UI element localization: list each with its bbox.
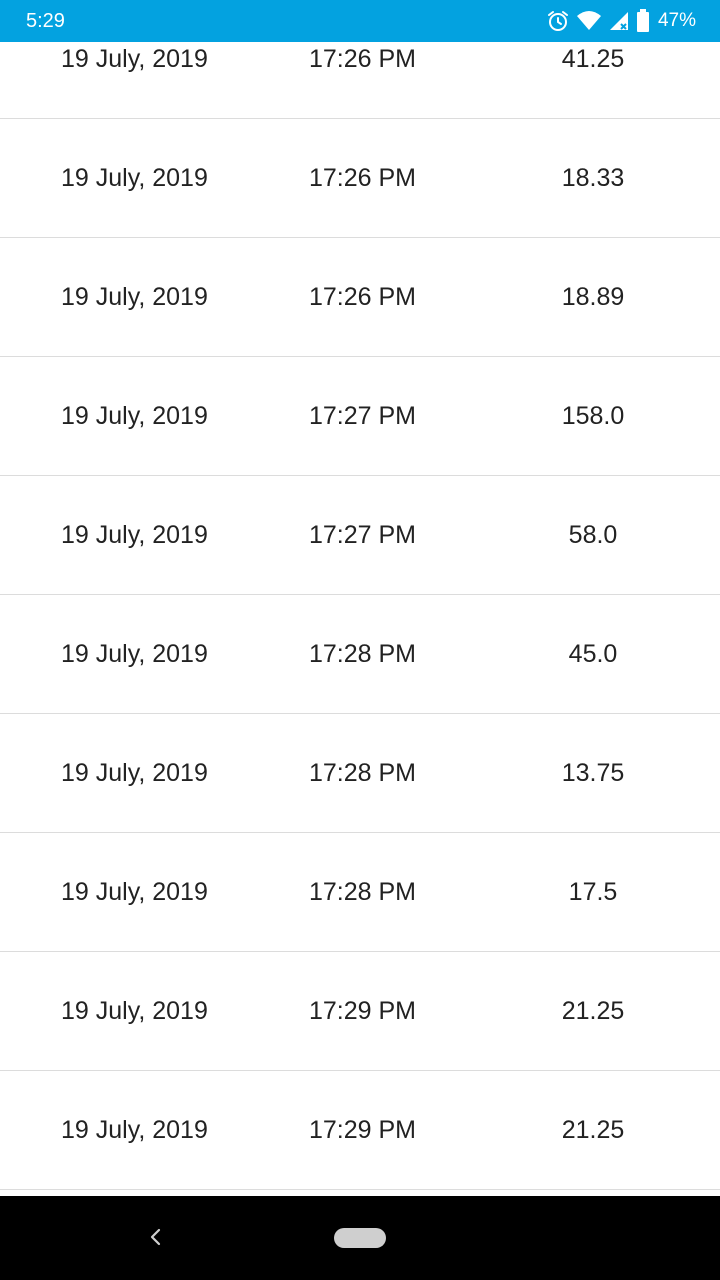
table-row[interactable]: 19 July, 2019 17:26 PM 18.89	[0, 238, 720, 357]
table-row[interactable]: 19 July, 2019 17:27 PM 58.0	[0, 476, 720, 595]
status-icons: 47%	[546, 8, 696, 34]
readings-list-container[interactable]: 19 July, 2019 17:26 PM 41.25 19 July, 20…	[0, 42, 720, 1196]
row-date: 19 July, 2019	[61, 283, 208, 311]
row-value: 21.25	[561, 997, 625, 1025]
row-time: 17:27 PM	[309, 521, 417, 549]
row-time: 17:28 PM	[309, 878, 417, 906]
row-date: 19 July, 2019	[61, 164, 208, 192]
table-row[interactable]: 19 July, 2019 17:28 PM 45.0	[0, 595, 720, 714]
row-value: 158.0	[561, 402, 625, 430]
row-time: 17:28 PM	[309, 640, 417, 668]
row-value: 45.0	[568, 640, 618, 668]
row-date: 19 July, 2019	[61, 878, 208, 906]
row-time: 17:26 PM	[309, 45, 417, 73]
row-time: 17:28 PM	[309, 759, 417, 787]
row-time: 17:26 PM	[309, 164, 417, 192]
table-row[interactable]: 19 July, 2019 17:29 PM 21.25	[0, 1071, 720, 1190]
row-value: 13.75	[561, 759, 625, 787]
table-row[interactable]: 19 July, 2019 17:26 PM 41.25	[0, 42, 720, 119]
row-date: 19 July, 2019	[61, 402, 208, 430]
battery-icon	[636, 9, 650, 33]
row-time: 17:29 PM	[309, 1116, 417, 1144]
row-value: 18.33	[561, 164, 625, 192]
row-date: 19 July, 2019	[61, 759, 208, 787]
cell-signal-icon	[608, 10, 630, 32]
table-row[interactable]: 19 July, 2019 17:27 PM 158.0	[0, 357, 720, 476]
row-date: 19 July, 2019	[61, 640, 208, 668]
back-icon[interactable]	[140, 1222, 170, 1252]
row-date: 19 July, 2019	[61, 521, 208, 549]
row-time: 17:26 PM	[309, 283, 417, 311]
table-row[interactable]: 19 July, 2019 17:26 PM 18.33	[0, 119, 720, 238]
battery-percent: 47%	[657, 10, 696, 31]
home-pill-icon[interactable]	[334, 1228, 386, 1248]
row-date: 19 July, 2019	[61, 45, 208, 73]
row-value: 21.25	[561, 1116, 625, 1144]
row-value: 18.89	[561, 283, 625, 311]
row-time: 17:29 PM	[309, 997, 417, 1025]
readings-list[interactable]: 19 July, 2019 17:26 PM 41.25 19 July, 20…	[0, 42, 720, 1190]
row-value: 17.5	[568, 878, 618, 906]
row-value: 58.0	[568, 521, 618, 549]
table-row[interactable]: 19 July, 2019 17:28 PM 13.75	[0, 714, 720, 833]
alarm-icon	[546, 9, 570, 33]
row-date: 19 July, 2019	[61, 1116, 208, 1144]
status-time: 5:29	[26, 10, 65, 32]
table-row[interactable]: 19 July, 2019 17:29 PM 21.25	[0, 952, 720, 1071]
row-time: 17:27 PM	[309, 402, 417, 430]
row-date: 19 July, 2019	[61, 997, 208, 1025]
row-value: 41.25	[561, 45, 625, 73]
status-bar: 5:29 47%	[0, 0, 720, 42]
navigation-bar	[0, 1196, 720, 1280]
wifi-icon	[576, 10, 602, 32]
table-row[interactable]: 19 July, 2019 17:28 PM 17.5	[0, 833, 720, 952]
